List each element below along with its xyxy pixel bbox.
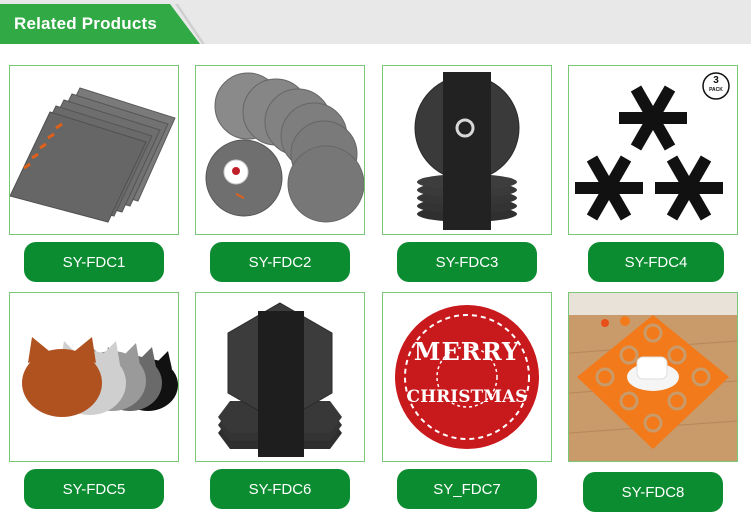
product-image-7[interactable]: MERRY CHRISTMAS (382, 292, 552, 462)
product-label-button-4[interactable]: SY-FDC4 (588, 242, 724, 282)
product-label-button-1[interactable]: SY-FDC1 (24, 242, 164, 282)
christmas-text-christmas: CHRISTMAS (406, 387, 528, 407)
product-label-button-2[interactable]: SY-FDC2 (210, 242, 350, 282)
product-label-button-6[interactable]: SY-FDC6 (210, 469, 350, 509)
product-label-button-5[interactable]: SY-FDC5 (24, 469, 164, 509)
product-label-button-8[interactable]: SY-FDC8 (583, 472, 723, 512)
product-label-button-3[interactable]: SY-FDC3 (397, 242, 537, 282)
pack-badge-number: 3 (713, 75, 719, 86)
product-image-6[interactable] (195, 292, 365, 462)
product-image-4[interactable]: 3 PACK (568, 65, 738, 235)
christmas-text-merry: MERRY (413, 337, 521, 366)
product-image-2[interactable] (195, 65, 365, 235)
pack-badge-text: PACK (709, 87, 723, 93)
section-header: Related Products (0, 0, 751, 44)
pack-badge: 3 PACK (703, 73, 729, 99)
product-image-8[interactable] (568, 292, 738, 462)
product-label-button-7[interactable]: SY_FDC7 (397, 469, 537, 509)
product-image-1[interactable] (9, 65, 179, 235)
section-title: Related Products (14, 14, 158, 33)
product-image-3[interactable] (382, 65, 552, 235)
product-image-5[interactable] (9, 292, 179, 462)
